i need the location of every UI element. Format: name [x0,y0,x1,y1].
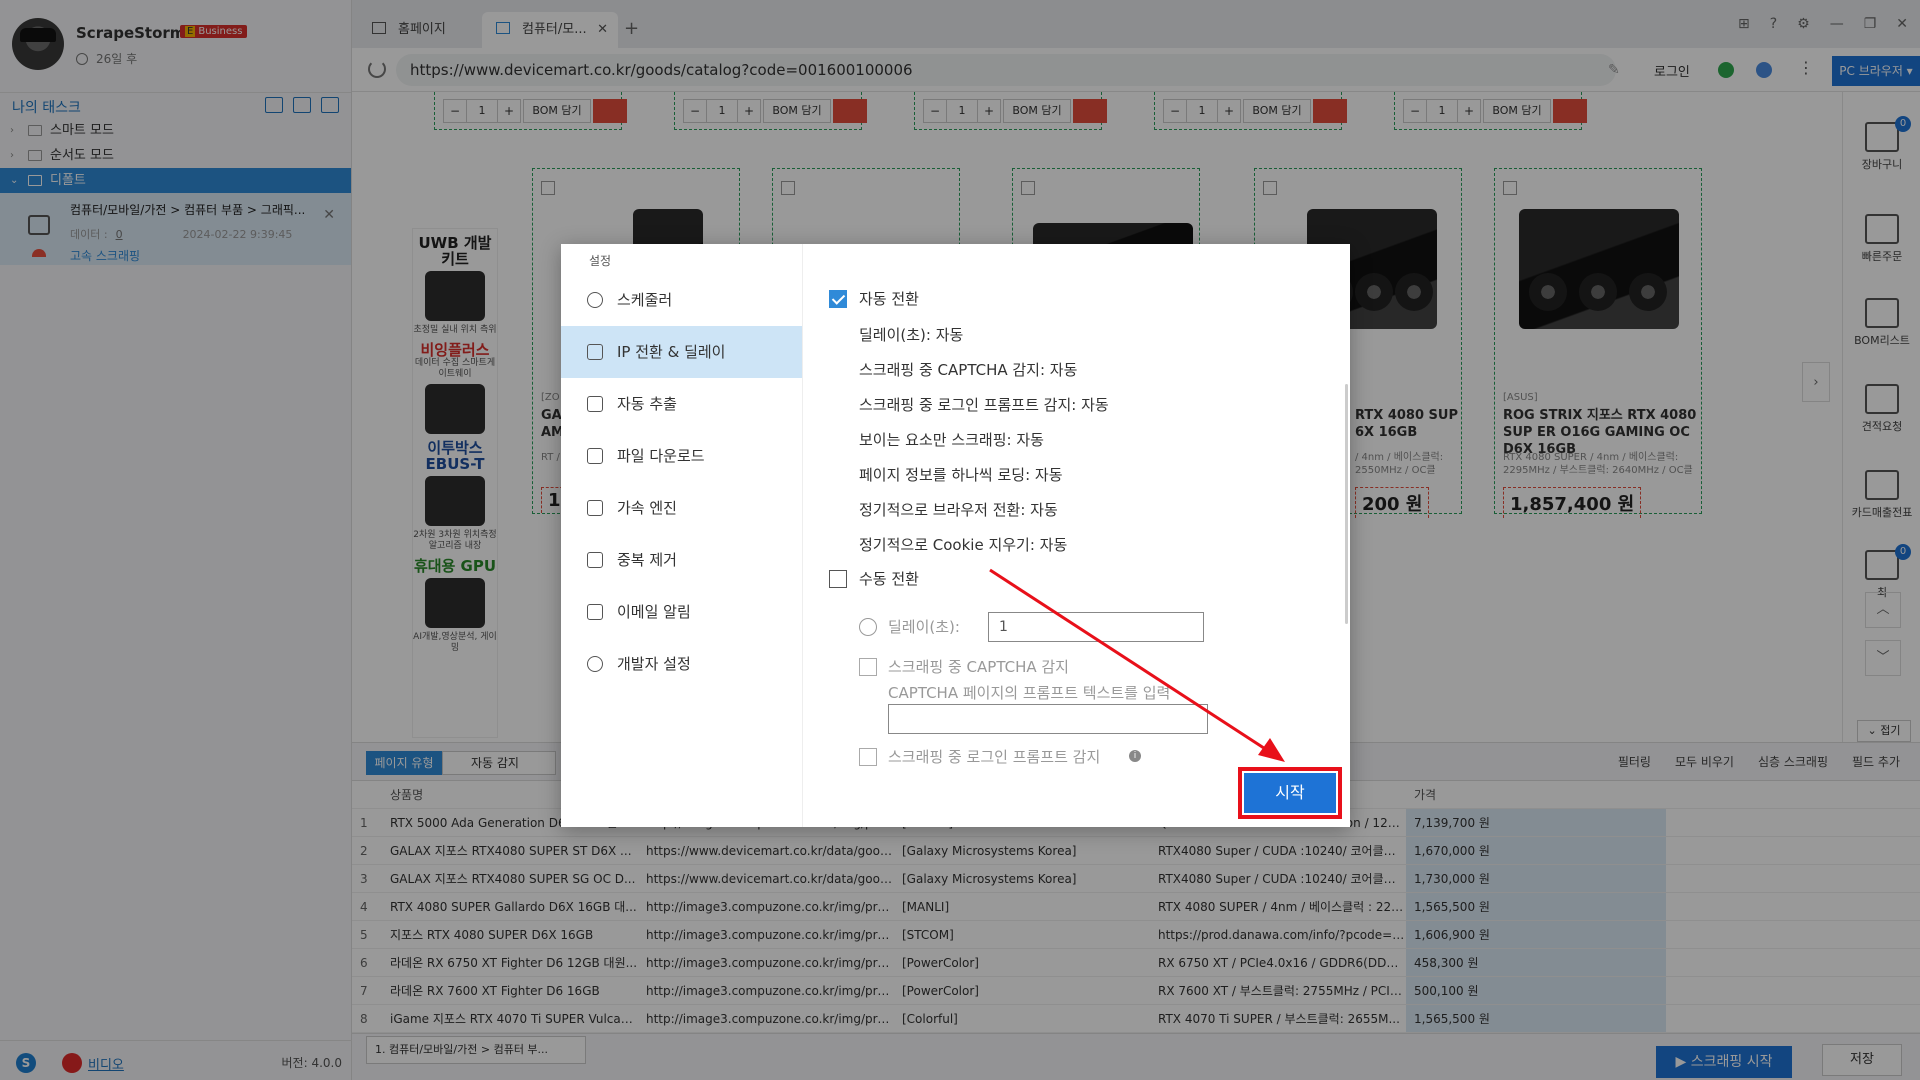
captcha-checkbox[interactable] [859,658,877,676]
nav-dedup[interactable]: 중복 제거 [561,534,802,586]
info-icon[interactable]: i [1129,750,1141,762]
manual-switch-checkbox[interactable] [829,570,847,588]
nav-label: 파일 다운로드 [617,447,705,465]
nav-scheduler[interactable]: 스케줄러 [561,274,802,326]
nav-label: 가속 엔진 [617,499,677,517]
settings-body: 자동 전환 딜레이(초): 자동 스크래핑 중 CAPTCHA 감지: 자동 스… [802,244,1350,827]
mail-icon [587,604,603,620]
auto-option: 정기적으로 Cookie 지우기: 자동 [859,536,1068,554]
nav-speed-engine[interactable]: 가속 엔진 [561,482,802,534]
list-icon [587,552,603,568]
nav-file-download[interactable]: 파일 다운로드 [561,430,802,482]
auto-option: 스크래핑 중 CAPTCHA 감지: 자동 [859,361,1078,379]
auto-switch-label: 자동 전환 [859,290,919,308]
delay-label: 딜레이(초): [888,618,960,636]
auto-option: 정기적으로 브라우저 전환: 자동 [859,501,1058,519]
auto-option: 스크래핑 중 로그인 프롬프트 감지: 자동 [859,396,1109,414]
nav-label: IP 전환 & 딜레이 [617,343,726,361]
export-icon [587,396,603,412]
nav-ip-switch[interactable]: IP 전환 & 딜레이 [561,326,802,378]
nav-label: 자동 추출 [617,395,677,413]
chart-icon [587,500,603,516]
clock-icon [859,618,877,636]
nav-label: 스케줄러 [617,291,673,309]
alarm-icon [587,292,603,308]
auto-option: 딜레이(초): 자동 [859,326,964,344]
nav-label: 중복 제거 [617,551,677,569]
nav-developer[interactable]: 개발자 설정 [561,638,802,690]
nav-label: 개발자 설정 [617,655,691,673]
nav-auto-export[interactable]: 자동 추출 [561,378,802,430]
auto-switch-checkbox[interactable] [829,290,847,308]
nav-label: 이메일 알림 [617,603,691,621]
modal-title: 설정 [589,254,612,268]
settings-nav: 스케줄러 IP 전환 & 딜레이 자동 추출 파일 다운로드 가속 엔진 중복 … [561,274,802,827]
nav-email-alert[interactable]: 이메일 알림 [561,586,802,638]
ip-icon [587,344,603,360]
manual-switch-label: 수동 전환 [859,570,919,588]
auto-option: 페이지 정보를 하나씩 로딩: 자동 [859,466,1063,484]
captcha-label: 스크래핑 중 CAPTCHA 감지 [888,658,1069,676]
captcha-prompt-input[interactable] [888,704,1208,734]
login-prompt-label: 스크래핑 중 로그인 프롬프트 감지 [888,748,1101,766]
auto-option: 보이는 요소만 스크래핑: 자동 [859,431,1044,449]
gear-icon [587,656,603,672]
login-prompt-checkbox[interactable] [859,748,877,766]
start-button[interactable]: 시작 [1238,767,1342,819]
delay-input[interactable]: 1 [988,612,1204,642]
captcha-prompt-label: CAPTCHA 페이지의 프롬프트 텍스트를 입력 [888,684,1171,702]
settings-modal: 설정 스케줄러 IP 전환 & 딜레이 자동 추출 파일 다운로드 가속 엔진 … [561,244,1350,827]
file-icon [587,448,603,464]
modal-scrollbar[interactable] [1345,384,1348,624]
